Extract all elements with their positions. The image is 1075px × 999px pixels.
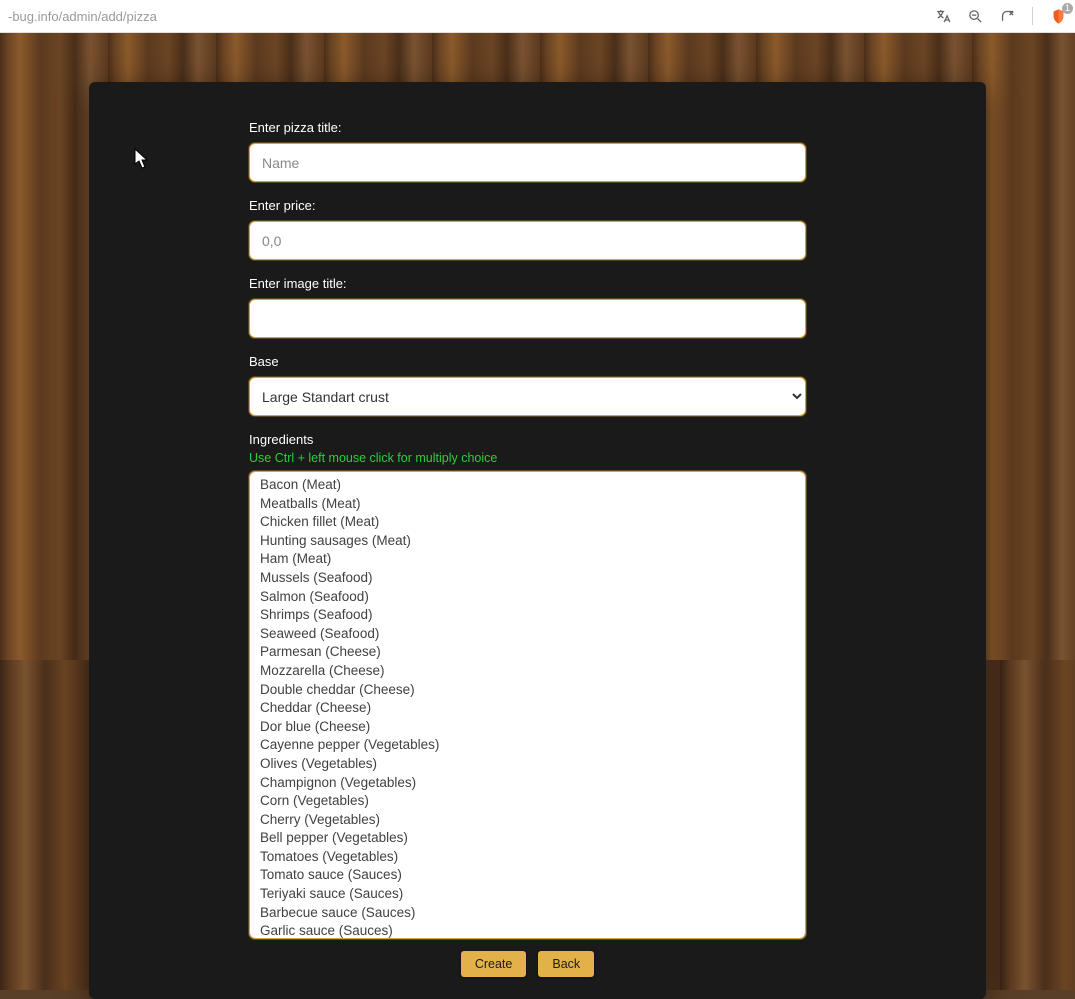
ingredient-option[interactable]: Salmon (Seafood) — [250, 588, 805, 607]
back-button[interactable]: Back — [538, 951, 594, 977]
price-group: Enter price: — [249, 198, 886, 260]
ingredient-option[interactable]: Cherry (Vegetables) — [250, 811, 805, 830]
ingredients-group: Ingredients Use Ctrl + left mouse click … — [249, 432, 886, 939]
image-title-label: Enter image title: — [249, 276, 886, 291]
ingredient-option[interactable]: Seaweed (Seafood) — [250, 625, 805, 644]
brave-shield-icon[interactable]: 1 — [1049, 7, 1067, 25]
ingredient-option[interactable]: Tomato sauce (Sauces) — [250, 866, 805, 885]
ingredient-option[interactable]: Ham (Meat) — [250, 550, 805, 569]
ingredient-option[interactable]: Teriyaki sauce (Sauces) — [250, 885, 805, 904]
ingredient-option[interactable]: Champignon (Vegetables) — [250, 774, 805, 793]
ingredients-label: Ingredients — [249, 432, 886, 447]
ingredient-option[interactable]: Cayenne pepper (Vegetables) — [250, 736, 805, 755]
ingredients-hint: Use Ctrl + left mouse click for multiply… — [249, 451, 886, 465]
base-label: Base — [249, 354, 886, 369]
image-title-group: Enter image title: — [249, 276, 886, 338]
ingredient-option[interactable]: Parmesan (Cheese) — [250, 643, 805, 662]
ingredient-option[interactable]: Double cheddar (Cheese) — [250, 681, 805, 700]
ingredients-multiselect[interactable]: Bacon (Meat)Meatballs (Meat)Chicken fill… — [249, 471, 806, 939]
form-buttons: Create Back — [249, 951, 806, 977]
image-title-input[interactable] — [249, 299, 806, 338]
url-display[interactable]: -bug.info/admin/add/pizza — [8, 9, 934, 24]
browser-address-bar: -bug.info/admin/add/pizza 1 — [0, 0, 1075, 33]
ingredient-option[interactable]: Hunting sausages (Meat) — [250, 532, 805, 551]
add-pizza-form-panel: Enter pizza title: Enter price: Enter im… — [89, 82, 986, 999]
ingredient-option[interactable]: Chicken fillet (Meat) — [250, 513, 805, 532]
ingredient-option[interactable]: Shrimps (Seafood) — [250, 606, 805, 625]
ingredient-option[interactable]: Mussels (Seafood) — [250, 569, 805, 588]
base-group: Base Large Standart crust — [249, 354, 886, 416]
pizza-title-input[interactable] — [249, 143, 806, 182]
translate-icon[interactable] — [934, 7, 952, 25]
ingredient-option[interactable]: Garlic sauce (Sauces) — [250, 922, 805, 939]
price-input[interactable] — [249, 221, 806, 260]
share-icon[interactable] — [998, 7, 1016, 25]
ingredient-option[interactable]: Mozzarella (Cheese) — [250, 662, 805, 681]
shield-count-badge: 1 — [1062, 3, 1073, 14]
title-group: Enter pizza title: — [249, 120, 886, 182]
ingredient-option[interactable]: Olives (Vegetables) — [250, 755, 805, 774]
create-button[interactable]: Create — [461, 951, 527, 977]
url-host: -bug.info — [8, 9, 59, 24]
toolbar-divider — [1032, 7, 1033, 25]
zoom-out-icon[interactable] — [966, 7, 984, 25]
ingredient-option[interactable]: Bacon (Meat) — [250, 476, 805, 495]
ingredient-option[interactable]: Tomatoes (Vegetables) — [250, 848, 805, 867]
ingredient-option[interactable]: Barbecue sauce (Sauces) — [250, 904, 805, 923]
price-label: Enter price: — [249, 198, 886, 213]
ingredient-option[interactable]: Meatballs (Meat) — [250, 495, 805, 514]
url-path: /admin/add/pizza — [59, 9, 157, 24]
ingredient-option[interactable]: Corn (Vegetables) — [250, 792, 805, 811]
base-select[interactable]: Large Standart crust — [249, 377, 806, 416]
title-label: Enter pizza title: — [249, 120, 886, 135]
ingredient-option[interactable]: Dor blue (Cheese) — [250, 718, 805, 737]
ingredient-option[interactable]: Bell pepper (Vegetables) — [250, 829, 805, 848]
ingredient-option[interactable]: Cheddar (Cheese) — [250, 699, 805, 718]
